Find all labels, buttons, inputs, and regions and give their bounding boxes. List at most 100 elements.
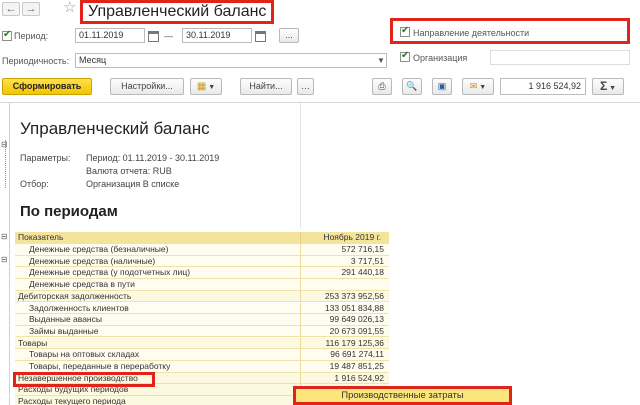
row-indicator-name: Товары, переданные в переработку [29,361,171,371]
row-indicator-name: Денежные средства в пути [29,279,135,290]
variants-button[interactable]: ▦ ▼ [190,78,222,95]
column-divider [300,255,301,267]
wip-row-highlight [13,372,155,387]
row-value: 572 716,15 [341,244,384,254]
period-separator: — [164,31,173,41]
chevron-down-icon: ▼ [206,84,216,91]
table-row[interactable]: Товары на оптовых складах 96 691 274,11 [15,349,389,361]
calendar-icon[interactable] [255,31,266,42]
chevron-down-icon: ▼ [477,84,487,91]
direction-checkbox[interactable] [400,25,410,37]
more-actions-button[interactable]: … [297,78,314,95]
forward-button[interactable]: → [22,2,40,16]
table-row[interactable]: Денежные средства (у подотчетных лиц) 291… [15,267,389,279]
row-indicator-name: Денежные средства (безналичные) [29,244,169,254]
table-row[interactable]: Товары 116 179 125,36 [15,337,389,350]
period-label: Период: [14,31,49,41]
printer-icon: ⎙ [378,81,386,91]
row-value: 20 673 091,55 [329,325,384,336]
row-indicator-name: Дебиторская задолженность [18,290,132,301]
periodicity-label: Периодичность: [2,56,70,66]
period-select-button[interactable]: ... [279,28,299,43]
params-period: Период: 01.11.2019 - 30.11.2019 [86,153,220,163]
favorite-star-icon[interactable]: ☆ [63,0,76,15]
tooltip-production-costs: Производственные затраты [293,386,512,405]
periodicity-select[interactable]: Месяц [75,53,387,68]
params-label: Параметры: [20,153,71,163]
chevron-down-icon: ▼ [607,85,617,92]
row-indicator-name: Выданные авансы [29,314,102,325]
settings-button[interactable]: Настройки... [110,78,184,95]
column-divider [300,314,301,326]
organization-label: Организация [413,53,468,63]
selection-value: Организация В списке [86,179,180,189]
column-divider [300,325,301,337]
selection-label: Отбор: [20,179,49,189]
collapse-group-icon[interactable]: ⊟ [1,232,8,241]
generate-button[interactable]: Сформировать [2,78,92,95]
column-divider [300,267,301,279]
column-divider [300,372,301,384]
column-divider [300,290,301,302]
table-row[interactable]: Товары, переданные в переработку 19 487 8… [15,361,389,373]
floppy-disk-icon: ▣ [437,81,447,91]
row-value: 291 440,18 [341,267,384,278]
row-indicator-name: Расходы текущего периода [18,396,126,405]
column-divider [300,349,301,361]
print-button[interactable]: ⎙ [372,78,392,95]
save-button[interactable]: ▣ [432,78,452,95]
collapse-group-icon[interactable]: ⊟ [1,255,8,264]
row-value: 96 691 274,11 [330,349,384,360]
table-row[interactable]: Денежные средства (безналичные) 572 716,1… [15,244,389,256]
table-row[interactable]: Денежные средства (наличные) 3 717,51 [15,255,389,268]
row-value: 253 373 952,56 [324,290,384,301]
row-value: 133 051 834,88 [324,302,384,313]
column-header-indicator: Показатель [18,232,64,242]
row-indicator-name: Товары [18,337,48,348]
column-divider [300,337,301,349]
table-row[interactable]: Выданные авансы 99 649 026,13 [15,314,389,326]
column-divider [300,244,301,255]
sum-field: 1 916 524,92 [500,78,586,95]
column-header-period: Ноябрь 2019 г. [323,232,381,242]
column-divider [300,361,301,372]
row-value: 3 717,51 [350,255,384,266]
row-indicator-name: Займы выданные [29,325,99,336]
chevron-down-icon[interactable]: ▼ [377,56,385,65]
magnifier-page-icon: 🔍 [406,81,418,91]
row-value: 19 487 851,25 [329,361,384,371]
row-indicator-name: Товары на оптовых складах [29,349,140,360]
sum-mode-button[interactable]: Σ ▼ [592,78,624,95]
period-checkbox[interactable] [2,29,12,41]
row-indicator-name: Денежные средства (наличные) [29,255,156,266]
back-button[interactable]: ← [2,2,20,16]
row-value: 99 649 026,13 [329,314,384,325]
preview-button[interactable]: 🔍 [402,78,422,95]
find-button[interactable]: Найти... [240,78,292,95]
table-row[interactable]: Займы выданные 20 673 091,55 [15,325,389,338]
row-indicator-name: Денежные средства (у подотчетных лиц) [29,267,191,278]
table-header: Показатель Ноябрь 2019 г. [15,232,389,244]
table-row[interactable]: Дебиторская задолженность 253 373 952,56 [15,290,389,303]
report-title: Управленческий баланс [20,119,210,138]
table-row[interactable]: Задолженность клиентов 133 051 834,88 [15,302,389,315]
toolbar-divider [0,102,640,103]
calendar-icon[interactable] [148,31,159,42]
period-to-input[interactable]: 30.11.2019 [182,28,252,43]
clipboard-icon: ▦ [196,81,207,92]
column-divider [300,279,301,291]
row-indicator-name: Задолженность клиентов [29,302,129,313]
organization-input[interactable] [490,50,630,65]
column-guide [300,103,301,228]
send-button[interactable]: ✉ ▼ [462,78,494,95]
row-value: 1 916 524,92 [334,372,384,383]
organization-checkbox[interactable] [400,50,410,62]
row-value: 116 179 125,36 [325,337,384,348]
column-divider [300,232,301,243]
window-title: Управленческий баланс [80,0,275,24]
period-from-input[interactable]: 01.11.2019 [75,28,145,43]
collapse-group-icon[interactable]: ⊟ [1,140,8,149]
direction-label: Направление деятельности [413,28,530,38]
table-row[interactable]: Денежные средства в пути [15,279,389,291]
column-divider [300,302,301,314]
